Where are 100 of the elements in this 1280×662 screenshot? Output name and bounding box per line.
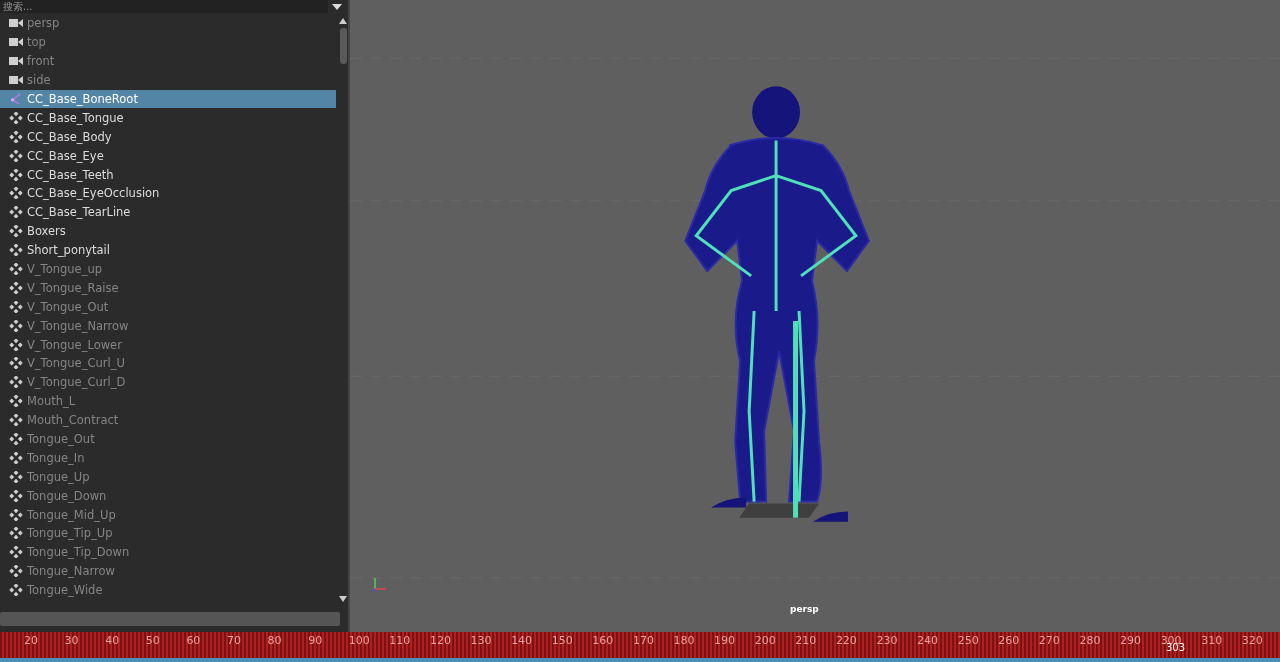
search-field[interactable]: 搜索... [0, 0, 328, 13]
mesh-icon [9, 225, 23, 238]
mesh-icon [9, 149, 23, 162]
mesh-icon [9, 168, 23, 181]
outliner-item[interactable]: CC_Base_EyeOcclusion [0, 184, 338, 203]
mesh-icon [9, 357, 23, 370]
frame-number: 210 [795, 633, 818, 647]
mesh-icon [9, 584, 23, 597]
frame-number: 230 [876, 633, 899, 647]
outliner-item[interactable]: V_Tongue_Raise [0, 278, 338, 298]
timeline[interactable]: 20 30 40 50 60 70 80 90 100 110 120 130 140 150 160 170 180 190 200 210 220 230 240 250 260 270 280 290 300 310 320 303 [0, 632, 1280, 658]
frame-number: 60 [186, 633, 202, 647]
outliner-item[interactable]: Tongue_Down [0, 486, 338, 506]
scroll-thumb[interactable] [339, 28, 347, 64]
frame-number: 200 [754, 633, 777, 647]
outliner-item[interactable]: Short_ponytail [0, 240, 338, 260]
outliner-item[interactable]: Tongue_Out [0, 429, 338, 449]
mesh-icon [9, 376, 23, 389]
mesh-icon [9, 111, 23, 124]
frame-number: 320 [1241, 633, 1264, 647]
frame-number: 40 [105, 633, 121, 647]
scroll-down-icon[interactable] [339, 596, 347, 602]
frame-number: 120 [429, 633, 452, 647]
outliner-item[interactable]: front [0, 51, 338, 71]
frame-number: 270 [1038, 633, 1061, 647]
outliner-item[interactable]: CC_Base_TearLine [0, 202, 338, 222]
outliner-item[interactable]: Boxers [0, 221, 338, 241]
outliner-item[interactable]: CC_Base_Eye [0, 146, 338, 166]
frame-number: 190 [714, 633, 737, 647]
outliner-item[interactable]: Mouth_Contract [0, 410, 338, 430]
outliner-item[interactable]: CC_Base_Teeth [0, 165, 338, 184]
mesh-icon [9, 395, 23, 408]
outliner-item[interactable]: CC_Base_Tongue [0, 108, 338, 128]
frame-number: 50 [145, 633, 161, 647]
frame-number: 70 [226, 633, 242, 647]
camera-icon [9, 36, 23, 49]
camera-icon [9, 74, 23, 87]
mesh-icon [9, 244, 23, 257]
frame-number: 220 [835, 633, 858, 647]
frame-number: 150 [551, 633, 574, 647]
mesh-icon [9, 300, 23, 313]
mesh-icon [9, 187, 23, 200]
frame-number: 130 [470, 633, 493, 647]
joint-icon [9, 93, 23, 105]
outliner-item[interactable]: Tongue_Tip_Up [0, 524, 338, 543]
frame-number: 250 [957, 633, 980, 647]
outliner-item[interactable]: Tongue_Mid_Up [0, 505, 338, 525]
frame-number: 240 [917, 633, 940, 647]
camera-icon [9, 17, 23, 30]
frame-number: 280 [1079, 633, 1102, 647]
outliner-item[interactable]: V_Tongue_up [0, 259, 338, 279]
frame-number: 260 [998, 633, 1021, 647]
outliner-item[interactable]: V_Tongue_Curl_D [0, 372, 338, 392]
frame-number: 90 [308, 633, 324, 647]
outliner-item[interactable]: V_Tongue_Lower [0, 335, 338, 355]
mesh-icon [9, 433, 23, 446]
mesh-icon [9, 508, 23, 521]
mesh-icon [9, 565, 23, 578]
horizontal-scrollbar[interactable] [0, 612, 340, 626]
outliner-item[interactable]: V_Tongue_Narrow [0, 316, 338, 336]
frame-number: 100 [348, 633, 371, 647]
mesh-icon [9, 338, 23, 351]
camera-icon [9, 55, 23, 68]
mesh-icon [9, 319, 23, 332]
outliner-item[interactable]: Tongue_Wide [0, 580, 338, 600]
outliner-item[interactable]: Tongue_Up [0, 467, 338, 487]
outliner-item[interactable]: top [0, 32, 338, 52]
dropdown-icon[interactable] [332, 2, 342, 11]
frame-number: 80 [267, 633, 283, 647]
mesh-icon [9, 414, 23, 427]
axis-icon [372, 576, 388, 592]
outliner-item[interactable]: Mouth_L [0, 391, 338, 411]
frame-number: 20 [24, 633, 39, 647]
outliner-item[interactable]: CC_Base_BoneRoot [0, 89, 336, 109]
mesh-icon [9, 527, 23, 540]
frame-number: 140 [511, 633, 534, 647]
camera-name: persp [790, 604, 819, 614]
frame-number: 170 [632, 633, 655, 647]
outliner-item[interactable]: persp [0, 14, 338, 33]
mesh-icon [9, 489, 23, 502]
mesh-icon [9, 470, 23, 483]
frame-number: 110 [389, 633, 412, 647]
outliner-item[interactable]: V_Tongue_Out [0, 297, 338, 317]
outliner-item[interactable]: Tongue_In [0, 448, 338, 468]
outliner-item[interactable]: CC_Base_Body [0, 127, 338, 147]
scroll-up-icon[interactable] [339, 18, 347, 24]
mesh-icon [9, 206, 23, 219]
frame-number: 180 [673, 633, 696, 647]
frame-number: 160 [592, 633, 615, 647]
mesh-icon [9, 281, 23, 294]
outliner-item[interactable]: Tongue_Tip_Down [0, 542, 338, 562]
mesh-icon [9, 546, 23, 559]
outliner-item[interactable]: Tongue_Narrow [0, 561, 338, 581]
frame-number: 30 [64, 633, 80, 647]
mesh-icon [9, 130, 23, 143]
current-frame: 303 [1166, 642, 1186, 653]
frame-number: 310 [1201, 633, 1224, 647]
outliner-item[interactable]: side [0, 70, 338, 90]
mesh-icon [9, 263, 23, 275]
outliner-item[interactable]: V_Tongue_Curl_U [0, 354, 338, 373]
